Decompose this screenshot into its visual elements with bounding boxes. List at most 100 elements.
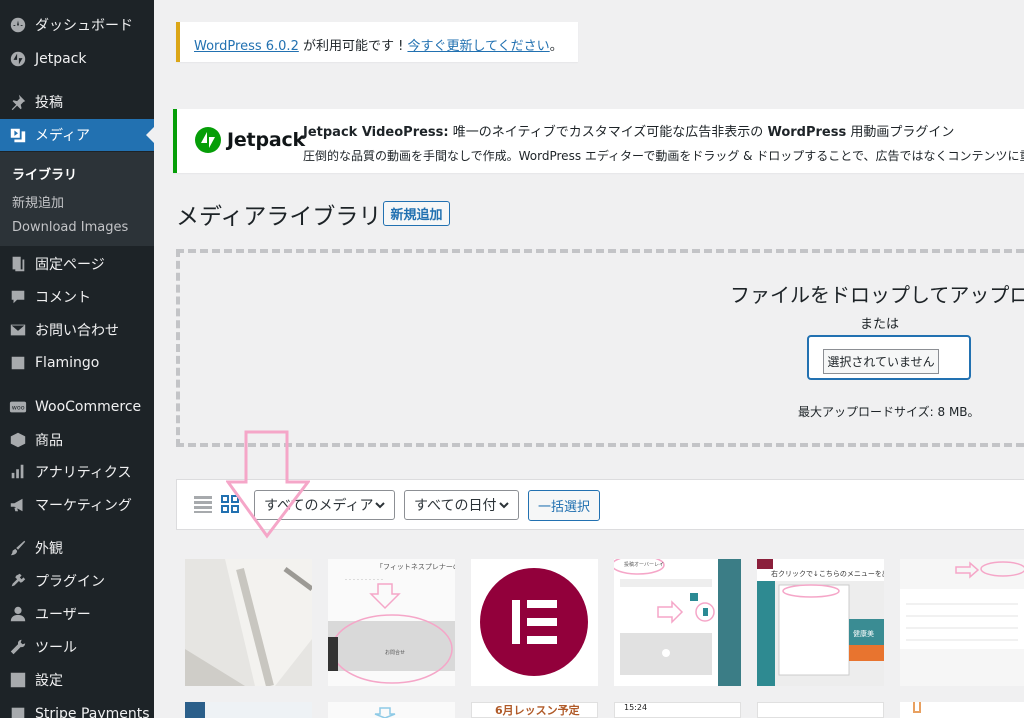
media-thumbnail[interactable]: 投稿オーバーレイ bbox=[614, 559, 741, 686]
chevron-down-icon bbox=[375, 502, 385, 509]
thumbnail-caption: 「フィットネスプレナーの日 bbox=[376, 563, 455, 571]
thumbnail-button-text: お問合せ bbox=[385, 650, 406, 656]
thumbnail-image-desk bbox=[185, 559, 312, 686]
media-thumbnail[interactable]: 右クリックで↓こちらのメニューを出 健康美 bbox=[757, 559, 884, 686]
stripe-icon bbox=[9, 705, 27, 718]
bulk-select-button[interactable]: 一括選択 bbox=[528, 490, 600, 521]
admin-sidebar: ダッシュボード Jetpack 投稿 メディア ライブラリ 新規追加 Downl… bbox=[0, 0, 154, 718]
jetpack-notice-title-bold: Jetpack VideoPress: bbox=[303, 125, 449, 140]
menu-media[interactable]: メディア bbox=[0, 119, 154, 151]
menu-label: コメント bbox=[35, 290, 91, 306]
menu-users[interactable]: ユーザー bbox=[0, 598, 154, 630]
menu-label: 商品 bbox=[35, 433, 63, 449]
submenu-download-images[interactable]: Download Images bbox=[12, 220, 128, 235]
jetpack-videopress-notice: Jetpack Jetpack VideoPress: 唯一のネイティブでカスタ… bbox=[173, 109, 1024, 173]
media-thumbnail[interactable]: 15:24 bbox=[614, 702, 741, 718]
settings-icon bbox=[9, 671, 27, 689]
menu-woocommerce[interactable]: woo WooCommerce bbox=[0, 391, 154, 423]
menu-analytics[interactable]: アナリティクス bbox=[0, 456, 154, 488]
submenu-add-new[interactable]: 新規追加 bbox=[12, 192, 64, 211]
menu-stripe-payments[interactable]: Stripe Payments bbox=[0, 698, 154, 718]
menu-comments[interactable]: コメント bbox=[0, 281, 154, 313]
wrench-icon bbox=[9, 638, 27, 656]
menu-contact[interactable]: お問い合わせ bbox=[0, 314, 154, 346]
megaphone-icon bbox=[9, 496, 27, 514]
date-filter-value: すべての日付 bbox=[414, 498, 497, 514]
menu-marketing[interactable]: マーケティング bbox=[0, 489, 154, 521]
elementor-logo-icon bbox=[471, 559, 598, 686]
wordpress-version-link[interactable]: WordPress 6.0.2 bbox=[194, 39, 299, 54]
menu-plugins[interactable]: プラグイン bbox=[0, 565, 154, 597]
user-icon bbox=[9, 605, 27, 623]
submenu-library[interactable]: ライブラリ bbox=[12, 164, 77, 183]
menu-label: 外観 bbox=[35, 541, 63, 557]
thumbnail-banner: 右クリックで↓こちらのメニューを出 bbox=[771, 570, 884, 578]
menu-label: お問い合わせ bbox=[35, 323, 119, 339]
file-select-button[interactable]: 選択されていません bbox=[823, 349, 939, 374]
svg-text:・・・・・・・・・・: ・・・・・・・・・・ bbox=[344, 577, 384, 582]
dashboard-icon bbox=[9, 16, 27, 34]
media-thumbnail[interactable]: 6月レッスン予定 bbox=[471, 702, 598, 718]
thumbnail-image-table bbox=[900, 559, 1024, 686]
list-view-icon[interactable] bbox=[193, 494, 213, 514]
drop-zone-title: ファイルをドロップしてアップロー bbox=[730, 283, 1024, 307]
menu-label: Flamingo bbox=[35, 355, 100, 371]
menu-label: 固定ページ bbox=[35, 257, 105, 273]
menu-label: ユーザー bbox=[35, 607, 91, 623]
page-icon bbox=[9, 255, 27, 273]
media-icon bbox=[9, 126, 27, 144]
menu-pages[interactable]: 固定ページ bbox=[0, 248, 154, 280]
jetpack-notice-title-end: 用動画プラグイン bbox=[846, 125, 955, 140]
media-thumbnail[interactable] bbox=[757, 702, 884, 718]
add-new-button[interactable]: 新規追加 bbox=[383, 201, 450, 226]
menu-flamingo[interactable]: Flamingo bbox=[0, 347, 154, 379]
media-thumbnail[interactable] bbox=[185, 702, 312, 718]
menu-label: WooCommerce bbox=[35, 399, 142, 415]
jetpack-logo-icon bbox=[195, 127, 221, 153]
menu-label: Jetpack bbox=[35, 51, 87, 67]
jetpack-notice-title: Jetpack VideoPress: 唯一のネイティブでカスタマイズ可能な広告… bbox=[303, 121, 954, 140]
menu-label: アナリティクス bbox=[35, 465, 132, 481]
media-thumbnail[interactable] bbox=[900, 559, 1024, 686]
bar-chart-icon bbox=[9, 463, 27, 481]
menu-label: ダッシュボード bbox=[35, 18, 133, 34]
menu-settings[interactable]: 設定 bbox=[0, 664, 154, 696]
page-title: メディアライブラリ bbox=[176, 204, 382, 230]
media-thumbnail[interactable] bbox=[328, 702, 455, 718]
media-thumbnail[interactable] bbox=[471, 559, 598, 686]
upload-drop-zone[interactable]: ファイルをドロップしてアップロー または 選択されていません 最大アップロードサ… bbox=[176, 249, 1024, 447]
media-thumbnail[interactable] bbox=[900, 702, 1024, 718]
chevron-down-icon bbox=[499, 502, 509, 509]
thumbnail-time: 15:24 bbox=[624, 703, 648, 712]
comment-icon bbox=[9, 288, 27, 306]
thumbnail-image-partial bbox=[328, 702, 455, 718]
menu-label: マーケティング bbox=[35, 498, 132, 514]
woo-icon: woo bbox=[9, 398, 27, 416]
menu-tools[interactable]: ツール bbox=[0, 631, 154, 663]
menu-products[interactable]: 商品 bbox=[0, 424, 154, 456]
date-filter[interactable]: すべての日付 bbox=[404, 490, 519, 520]
media-thumbnail[interactable] bbox=[185, 559, 312, 686]
jetpack-icon bbox=[9, 50, 27, 68]
menu-dashboard[interactable]: ダッシュボード bbox=[0, 9, 154, 41]
menu-label: 投稿 bbox=[35, 95, 63, 111]
menu-jetpack[interactable]: Jetpack bbox=[0, 43, 154, 75]
jetpack-notice-title-bold2: WordPress bbox=[767, 125, 847, 140]
file-select-wrapper: 選択されていません bbox=[807, 335, 971, 380]
plug-icon bbox=[9, 572, 27, 590]
brush-icon bbox=[9, 539, 27, 557]
media-thumbnail[interactable]: ・・・・・・・・・・ 「フィットネスプレナーの日 お問合せ bbox=[328, 559, 455, 686]
menu-label: ツール bbox=[35, 640, 77, 656]
update-now-link[interactable]: 今すぐ更新してください bbox=[407, 39, 549, 54]
jetpack-logo: Jetpack bbox=[195, 127, 305, 153]
mail-icon bbox=[9, 321, 27, 339]
menu-label: 設定 bbox=[35, 673, 63, 689]
update-notice-text: が利用可能です ! bbox=[298, 39, 408, 54]
thumbnail-image-partial bbox=[900, 702, 1024, 718]
menu-appearance[interactable]: 外観 bbox=[0, 532, 154, 564]
menu-posts[interactable]: 投稿 bbox=[0, 86, 154, 118]
menu-label: Stripe Payments bbox=[35, 706, 150, 718]
thumbnail-side-text: 健康美 bbox=[853, 630, 874, 638]
box-icon bbox=[9, 431, 27, 449]
thumbnail-image-partial bbox=[185, 702, 312, 718]
